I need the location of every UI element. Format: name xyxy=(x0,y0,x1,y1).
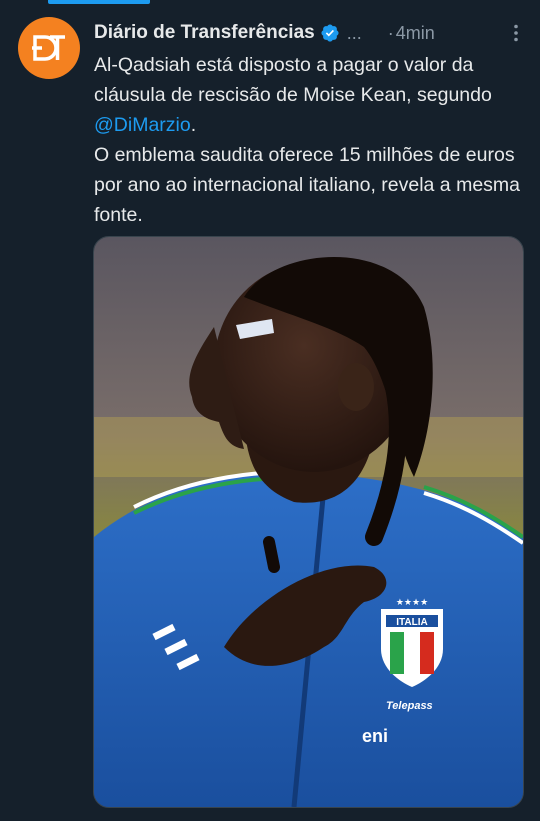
tweet-text: Al-Qadsiah está disposto a pagar o valor… xyxy=(94,50,524,230)
crest-stars: ★★★★ xyxy=(396,598,428,608)
tweet-photo[interactable]: ITALIA ★★★★ Telepass eni xyxy=(93,236,524,808)
sponsor-telepass: Telepass xyxy=(386,700,433,712)
tweet-text-part: . xyxy=(190,114,197,136)
more-vertical-icon[interactable] xyxy=(506,23,526,43)
italia-crest: ITALIA ★★★★ xyxy=(381,598,443,687)
sponsor-eni: eni xyxy=(362,726,388,746)
author-display-name[interactable]: Diário de Transferências xyxy=(94,22,315,44)
tweet-header: Diário de Transferências ... · 4min xyxy=(94,20,526,46)
tweet-text-part: Al-Qadsiah está disposto a pagar o valor… xyxy=(94,54,492,106)
tweet-paragraph-1: Al-Qadsiah está disposto a pagar o valor… xyxy=(94,50,524,140)
dt-logo-icon xyxy=(32,35,65,61)
verified-badge-icon xyxy=(321,24,339,42)
tweet-timestamp[interactable]: 4min xyxy=(396,23,435,44)
avatar[interactable] xyxy=(18,17,80,79)
author-handle[interactable]: ... xyxy=(347,23,362,44)
tweet[interactable]: Diário de Transferências ... · 4min Al-Q… xyxy=(0,0,540,821)
mention-link[interactable]: @DiMarzio xyxy=(94,114,191,136)
tweet-paragraph-2: O emblema saudita oferece 15 milhões de … xyxy=(94,144,521,226)
time-separator: · xyxy=(387,22,394,43)
player-photo: ITALIA ★★★★ Telepass eni xyxy=(94,237,523,807)
crest-text: ITALIA xyxy=(396,617,427,628)
